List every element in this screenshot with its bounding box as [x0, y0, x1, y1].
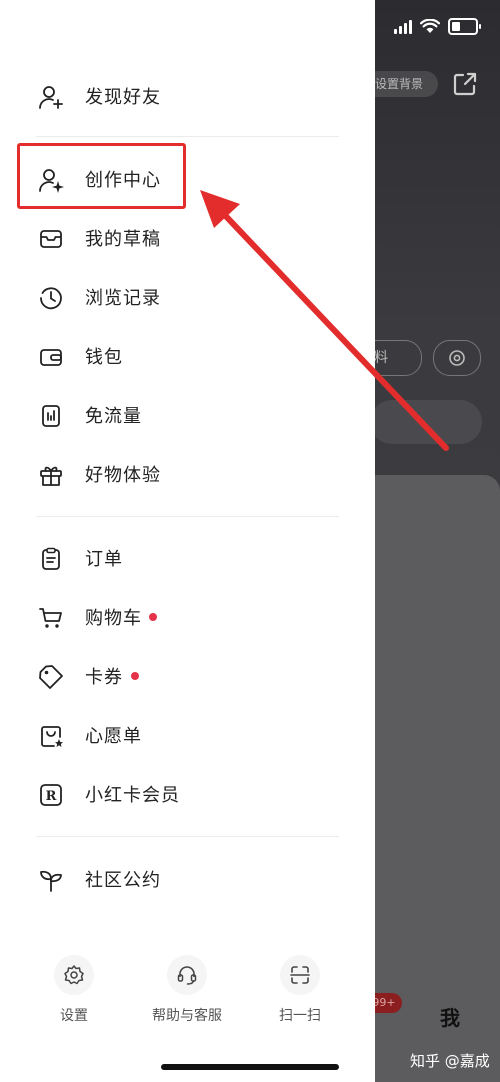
- annotation-arrow: [200, 190, 449, 451]
- home-indicator[interactable]: [161, 1064, 339, 1070]
